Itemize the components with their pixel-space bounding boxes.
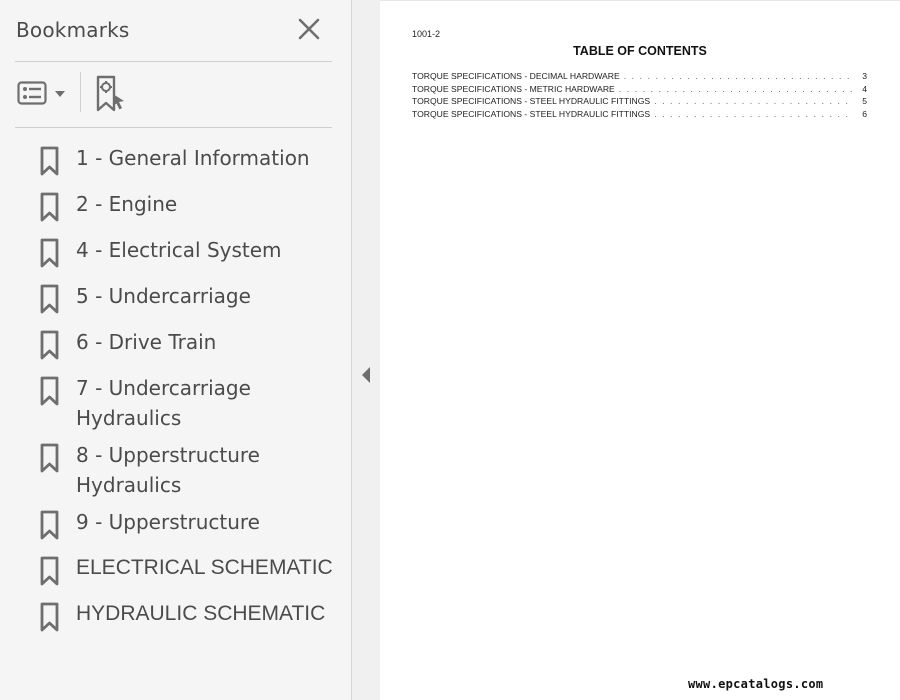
pdf-viewer: Bookmarks 1 - General Information 2 - En… (0, 0, 900, 700)
bookmark-label: 4 - Electrical System (76, 238, 282, 262)
bookmark-icon (40, 146, 59, 176)
bookmark-label: 7 - Undercarriage Hydraulics (76, 376, 251, 430)
bookmark-label: 5 - Undercarriage (76, 284, 251, 308)
bookmark-icon (40, 192, 59, 222)
toc-entry[interactable]: TORQUE SPECIFICATIONS - STEEL HYDRAULIC … (412, 96, 867, 109)
bookmark-label: 8 - Upperstructure Hydraulics (76, 443, 260, 497)
bookmarks-title: Bookmarks (16, 18, 130, 42)
bookmark-label: 9 - Upperstructure (76, 510, 260, 534)
bookmark-label: 6 - Drive Train (76, 330, 217, 354)
toc-leader: . . . . . . . . . . . . . . . . . . . . … (618, 83, 853, 94)
close-icon[interactable] (296, 16, 322, 42)
header-divider (15, 61, 332, 62)
bookmark-label: HYDRAULIC SCHEMATIC (76, 602, 326, 625)
toc-entry-page: 3 (862, 71, 867, 81)
add-bookmark-icon[interactable] (93, 74, 129, 114)
toc-list: TORQUE SPECIFICATIONS - DECIMAL HARDWARE… (412, 71, 867, 121)
toc-entry[interactable]: TORQUE SPECIFICATIONS - DECIMAL HARDWARE… (412, 71, 867, 84)
toc-leader: . . . . . . . . . . . . . . . . . . . . … (654, 108, 853, 119)
toolbar-divider (15, 127, 332, 128)
bookmark-icon (40, 238, 59, 268)
toc-entry-page: 5 (862, 96, 867, 106)
watermark: www.epcatalogs.com (688, 677, 824, 691)
toolbar-separator (80, 72, 81, 112)
bookmarks-panel: Bookmarks 1 - General Information 2 - En… (0, 0, 352, 700)
collapse-left-icon[interactable] (361, 366, 371, 384)
toc-entry-page: 6 (862, 108, 867, 119)
list-options-icon[interactable] (17, 80, 69, 108)
bookmark-icon (40, 602, 59, 632)
toc-entry-text: TORQUE SPECIFICATIONS - STEEL HYDRAULIC … (412, 108, 651, 119)
bookmark-icon (40, 443, 59, 473)
toc-leader: . . . . . . . . . . . . . . . . . . . . … (623, 71, 853, 81)
bookmark-icon (40, 510, 59, 540)
toc-entry-page: 4 (862, 83, 867, 94)
bookmark-icon (40, 376, 59, 406)
bookmark-label: 2 - Engine (76, 192, 178, 216)
bookmarks-toolbar (15, 70, 332, 120)
toc-title: TABLE OF CONTENTS (573, 44, 707, 58)
page-id: 1001-2 (412, 29, 441, 39)
toc-entry-text: TORQUE SPECIFICATIONS - STEEL HYDRAULIC … (412, 96, 651, 106)
toc-leader: . . . . . . . . . . . . . . . . . . . . … (654, 96, 853, 106)
toc-entry[interactable]: TORQUE SPECIFICATIONS - METRIC HARDWARE … (412, 84, 867, 97)
bookmarks-header: Bookmarks (16, 16, 332, 48)
bookmark-icon (40, 556, 59, 586)
bookmark-label: 1 - General Information (76, 146, 310, 170)
bookmark-icon (40, 330, 59, 360)
bookmark-icon (40, 284, 59, 314)
toc-entry-text: TORQUE SPECIFICATIONS - DECIMAL HARDWARE (412, 71, 620, 81)
toc-entry[interactable]: TORQUE SPECIFICATIONS - STEEL HYDRAULIC … (412, 109, 867, 122)
toc-entry-text: TORQUE SPECIFICATIONS - METRIC HARDWARE (412, 83, 615, 94)
bookmark-label: ELECTRICAL SCHEMATIC (76, 556, 333, 579)
document-page: 1001-2 TABLE OF CONTENTS TORQUE SPECIFIC… (380, 0, 900, 700)
panel-collapse-strip (352, 0, 380, 700)
